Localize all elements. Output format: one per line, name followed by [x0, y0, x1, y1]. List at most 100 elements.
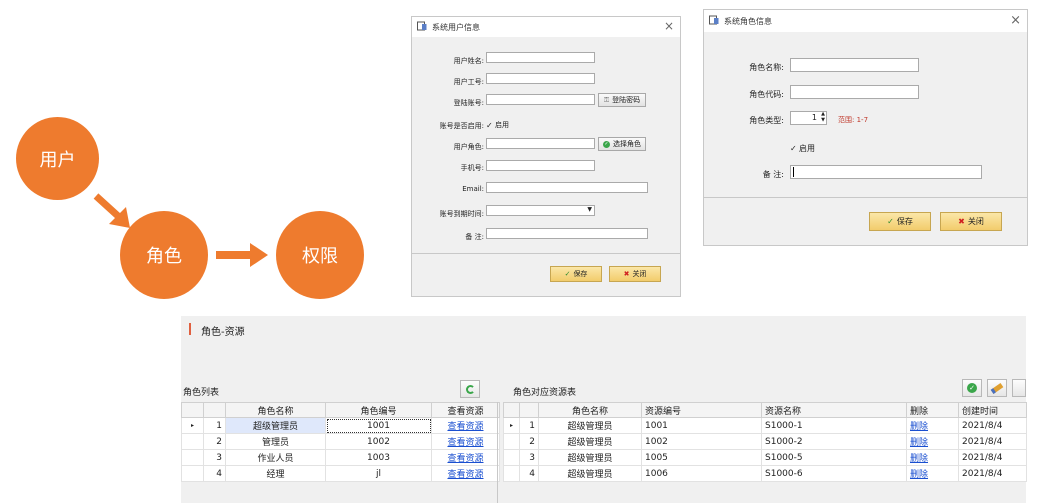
delete-link[interactable]: 删除	[910, 422, 928, 432]
expire-time-select[interactable]: ▼	[486, 205, 595, 216]
email-input[interactable]	[486, 182, 648, 193]
res-col-delete[interactable]: 删除	[906, 402, 959, 418]
res-name-cell[interactable]: S1000-5	[761, 449, 907, 466]
res-col-no	[519, 402, 539, 418]
role-dialog-titlebar[interactable]: 系统角色信息 ×	[704, 10, 1027, 32]
login-password-button[interactable]: ⚿ 登陆密码	[598, 93, 646, 107]
res-time-cell[interactable]: 2021/8/4	[958, 449, 1027, 466]
user-dialog-titlebar[interactable]: 系统用户信息 ×	[412, 17, 680, 37]
table-row[interactable]: 4 经理 jl 查看资源	[181, 465, 500, 482]
res-role-cell[interactable]: 超级管理员	[538, 465, 642, 482]
user-save-button[interactable]: ✓ 保存	[550, 266, 602, 282]
role-code-input[interactable]	[790, 85, 919, 99]
role-name-cell[interactable]: 作业人员	[225, 449, 326, 466]
role-name-cell[interactable]: 经理	[225, 465, 326, 482]
edit-resource-button[interactable]	[987, 379, 1007, 397]
green-check-icon: ✓	[967, 383, 977, 393]
res-code-cell[interactable]: 1005	[641, 449, 762, 466]
row-number: 4	[203, 465, 226, 482]
resource-list-title: 角色对应资源表	[513, 388, 577, 398]
user-remark-label: 备 注:	[465, 233, 484, 241]
res-col-time[interactable]: 创建时间	[958, 402, 1027, 418]
text-caret	[793, 167, 794, 177]
role-close-label: 关闭	[967, 217, 984, 226]
role-name-label: 角色名称:	[749, 63, 784, 72]
res-code-cell[interactable]: 1002	[641, 433, 762, 450]
select-role-button[interactable]: ✓ 选择角色	[598, 137, 646, 151]
res-time-cell[interactable]: 2021/8/4	[958, 433, 1027, 450]
email-label: Email:	[462, 185, 484, 193]
table-row[interactable]: 3 作业人员 1003 查看资源	[181, 449, 500, 466]
res-name-cell[interactable]: S1000-2	[761, 433, 907, 450]
row-number: 3	[519, 449, 539, 466]
role-enabled-checkbox[interactable]: ✓ 启用	[790, 143, 815, 154]
role-remark-input[interactable]	[790, 165, 982, 179]
res-time-cell[interactable]: 2021/8/4	[958, 465, 1027, 482]
res-role-cell[interactable]: 超级管理员	[538, 449, 642, 466]
row-indicator-icon	[181, 465, 204, 482]
role-dialog-close-icon[interactable]: ×	[1010, 13, 1021, 28]
role-name-input[interactable]	[790, 58, 919, 72]
delete-link[interactable]: 删除	[910, 438, 928, 448]
res-time-cell[interactable]: 2021/8/4	[958, 417, 1027, 434]
table-row[interactable]: ▸ 1 超级管理员 1001 S1000-1 删除 2021/8/4	[503, 417, 1027, 434]
table-row[interactable]: 3 超级管理员 1005 S1000-5 删除 2021/8/4	[503, 449, 1027, 466]
confirm-resource-button[interactable]: ✓	[962, 379, 982, 397]
user-close-button[interactable]: ✖ 关闭	[609, 266, 661, 282]
res-name-cell[interactable]: S1000-1	[761, 417, 907, 434]
phone-input[interactable]	[486, 160, 595, 171]
res-code-cell[interactable]: 1001	[641, 417, 762, 434]
login-account-input[interactable]	[486, 94, 595, 105]
resource-table: 角色名称 资源编号 资源名称 删除 创建时间 ▸ 1 超级管理员 1001 S1…	[503, 402, 1027, 482]
role-save-button[interactable]: ✓ 保存	[869, 212, 931, 231]
res-col-role[interactable]: 角色名称	[538, 402, 642, 418]
dropdown-arrow-icon[interactable]: ▼	[587, 206, 592, 213]
account-enabled-checkbox[interactable]: ✓ 启用	[486, 120, 509, 130]
role-col-code[interactable]: 角色编号	[325, 402, 432, 418]
row-number: 2	[203, 433, 226, 450]
row-indicator-icon	[503, 433, 520, 450]
row-indicator-icon: ▸	[503, 417, 520, 434]
user-name-input[interactable]	[486, 52, 595, 63]
res-role-cell[interactable]: 超级管理员	[538, 433, 642, 450]
role-code-cell[interactable]: jl	[325, 465, 432, 482]
view-resources-link[interactable]: 查看资源	[447, 438, 483, 448]
res-col-indicator	[503, 402, 520, 418]
role-name-cell[interactable]: 管理员	[225, 433, 326, 450]
role-type-label: 角色类型:	[749, 116, 784, 125]
table-row[interactable]: ▸ 1 超级管理员 1001 查看资源	[181, 417, 500, 434]
role-close-button[interactable]: ✖ 关闭	[940, 212, 1002, 231]
role-code-cell[interactable]: 1003	[325, 449, 432, 466]
role-remark-label: 备 注:	[762, 170, 784, 179]
res-role-cell[interactable]: 超级管理员	[538, 417, 642, 434]
view-resources-link[interactable]: 查看资源	[447, 422, 483, 432]
role-name-cell[interactable]: 超级管理员	[225, 417, 326, 434]
table-row[interactable]: 2 超级管理员 1002 S1000-2 删除 2021/8/4	[503, 433, 1027, 450]
view-resources-link[interactable]: 查看资源	[447, 454, 483, 464]
res-col-name[interactable]: 资源名称	[761, 402, 907, 418]
user-role-input[interactable]	[486, 138, 595, 149]
role-col-name[interactable]: 角色名称	[225, 402, 326, 418]
role-col-view[interactable]: 查看资源	[431, 402, 500, 418]
view-resources-link[interactable]: 查看资源	[447, 470, 483, 480]
table-row[interactable]: 4 超级管理员 1006 S1000-6 删除 2021/8/4	[503, 465, 1027, 482]
user-dialog-close-icon[interactable]: ×	[664, 19, 674, 33]
delete-link[interactable]: 删除	[910, 454, 928, 464]
user-remark-input[interactable]	[486, 228, 648, 239]
role-type-stepper[interactable]: 1 ▲ ▼	[790, 111, 827, 125]
user-code-input[interactable]	[486, 73, 595, 84]
refresh-roles-button[interactable]	[460, 380, 480, 398]
account-enabled-label: 账号是否启用:	[439, 122, 484, 130]
more-tools-button[interactable]	[1012, 379, 1026, 397]
role-enabled-text: 启用	[799, 144, 815, 153]
delete-link[interactable]: 删除	[910, 470, 928, 480]
role-code-cell[interactable]: 1001	[325, 417, 432, 434]
table-row[interactable]: 2 管理员 1002 查看资源	[181, 433, 500, 450]
role-table: 角色名称 角色编号 查看资源 ▸ 1 超级管理员 1001 查看资源 2 管理员…	[181, 402, 500, 482]
user-key-icon: ⚿	[603, 95, 610, 104]
res-col-code[interactable]: 资源编号	[641, 402, 762, 418]
res-code-cell[interactable]: 1006	[641, 465, 762, 482]
role-code-cell[interactable]: 1002	[325, 433, 432, 450]
stepper-arrows-icon[interactable]: ▲ ▼	[821, 111, 825, 123]
res-name-cell[interactable]: S1000-6	[761, 465, 907, 482]
